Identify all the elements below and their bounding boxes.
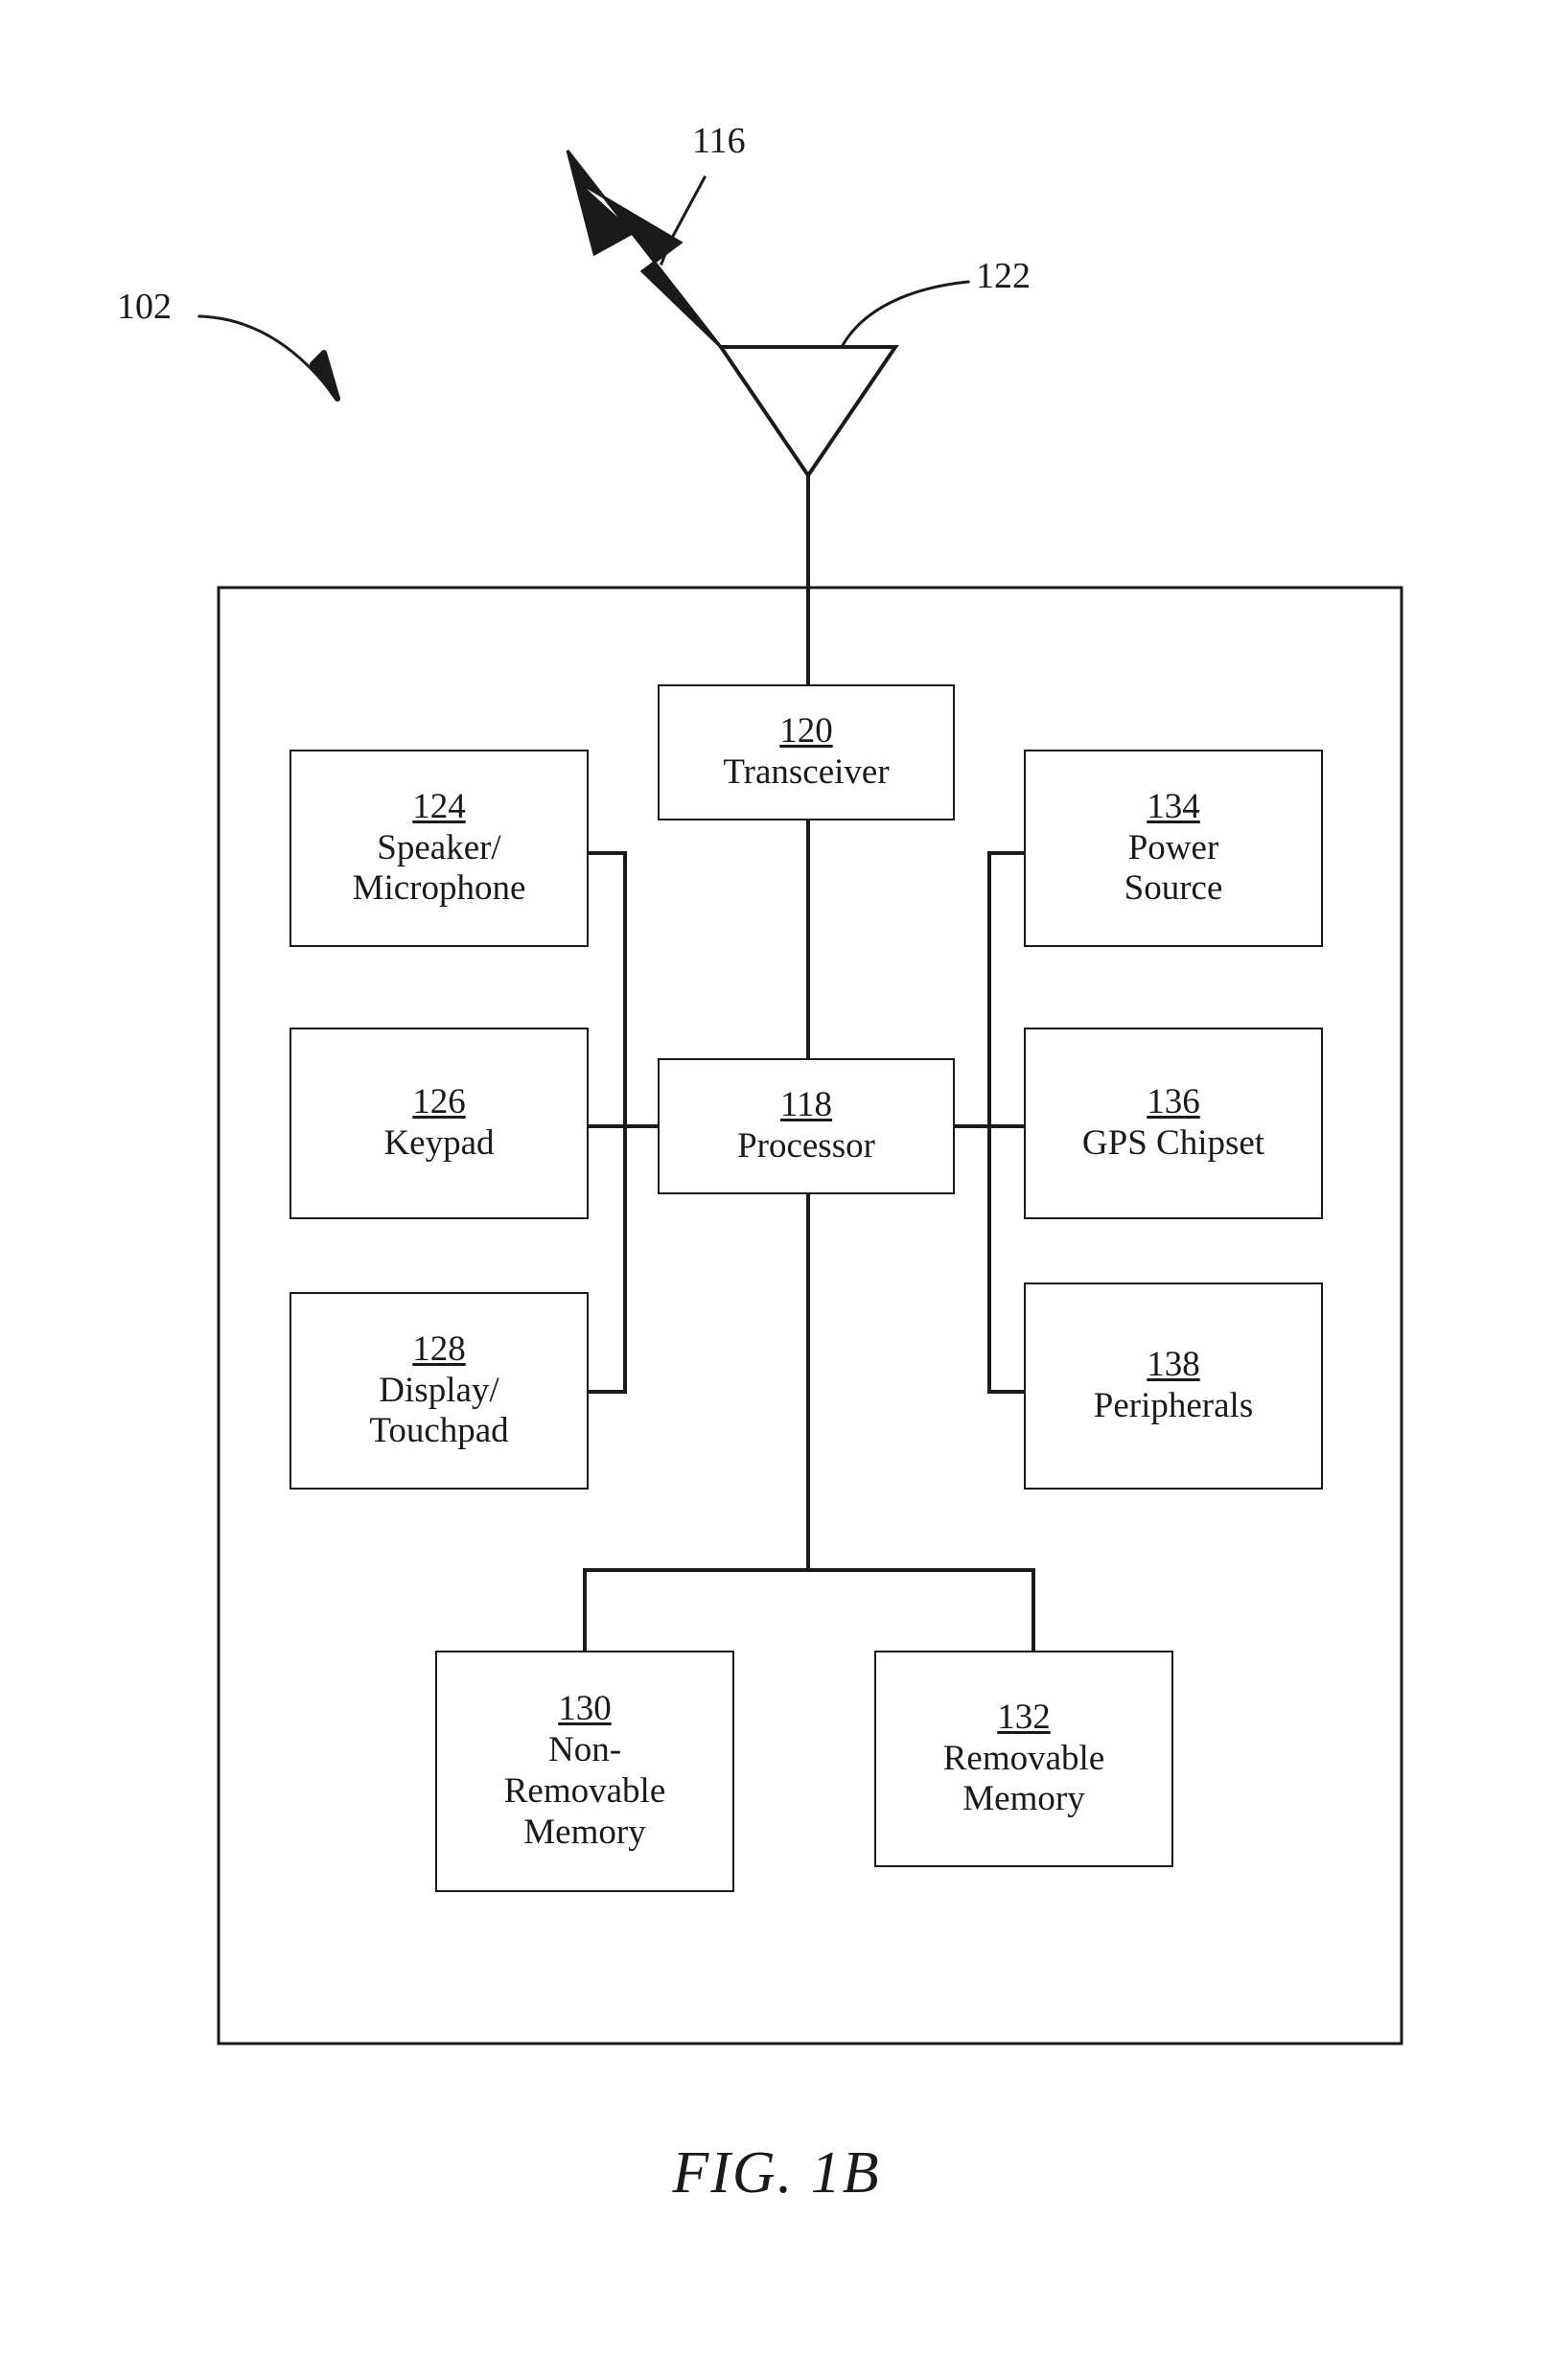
block-label-speaker-microphone: Speaker/ Microphone [352, 827, 526, 909]
block-ref-120: 120 [779, 711, 833, 751]
block-speaker-microphone: 124 Speaker/ Microphone [290, 750, 589, 947]
reference-numeral-116: 116 [692, 121, 746, 161]
air-interface-bolt [566, 150, 723, 349]
block-label-power-source: Power Source [1124, 827, 1223, 909]
lead-line-116 [660, 174, 707, 266]
block-label-processor: Processor [737, 1126, 875, 1166]
block-removable-memory: 132 Removable Memory [874, 1651, 1173, 1867]
block-ref-126: 126 [412, 1082, 466, 1122]
lead-line-102 [197, 314, 329, 388]
block-gps-chipset: 136 GPS Chipset [1024, 1028, 1323, 1219]
block-ref-138: 138 [1147, 1345, 1200, 1385]
block-keypad: 126 Keypad [290, 1028, 589, 1219]
block-transceiver: 120 Transceiver [658, 684, 955, 820]
block-ref-136: 136 [1147, 1082, 1200, 1122]
block-ref-132: 132 [997, 1697, 1051, 1737]
block-non-removable-memory: 130 Non- Removable Memory [435, 1651, 734, 1892]
block-power-source: 134 Power Source [1024, 750, 1323, 947]
block-ref-128: 128 [412, 1329, 466, 1369]
figure-caption: FIG. 1B [672, 2140, 881, 2206]
block-label-peripherals: Peripherals [1093, 1386, 1254, 1425]
lead-line-122 [839, 280, 970, 350]
reference-numeral-122: 122 [976, 256, 1031, 296]
block-ref-130: 130 [558, 1689, 612, 1729]
block-label-removable-memory: Removable Memory [942, 1738, 1105, 1819]
block-label-gps-chipset: GPS Chipset [1081, 1123, 1265, 1163]
block-label-keypad: Keypad [383, 1123, 495, 1163]
block-ref-118: 118 [779, 1085, 833, 1125]
block-label-non-removable-memory: Non- Removable Memory [503, 1730, 666, 1852]
patent-figure-page: 102 116 122 120 Transceiver 124 Speaker/… [0, 0, 1553, 2380]
reference-numeral-102: 102 [117, 287, 172, 327]
block-ref-124: 124 [412, 786, 466, 826]
block-label-display-touchpad: Display/ Touchpad [369, 1370, 509, 1451]
antenna-triangle [717, 345, 899, 479]
block-processor: 118 Processor [658, 1058, 955, 1194]
block-ref-134: 134 [1147, 786, 1200, 826]
block-peripherals: 138 Peripherals [1024, 1282, 1323, 1490]
block-display-touchpad: 128 Display/ Touchpad [290, 1292, 589, 1490]
block-label-transceiver: Transceiver [723, 752, 890, 792]
